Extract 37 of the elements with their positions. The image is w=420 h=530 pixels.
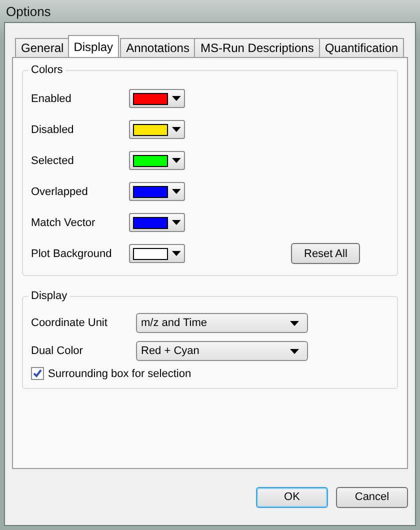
- dropdown-arrow-icon: [172, 189, 181, 194]
- tab[interactable]: MS-Run Descriptions: [194, 38, 320, 57]
- checkbox-label: Surrounding box for selection: [48, 368, 192, 380]
- color-picker[interactable]: [129, 151, 185, 170]
- field-label: Coordinate Unit: [31, 317, 108, 329]
- dropdown-arrow-icon: [172, 220, 181, 225]
- color-picker[interactable]: [129, 89, 185, 108]
- ok-button[interactable]: OK: [256, 486, 328, 508]
- tab[interactable]: Quantification: [318, 38, 404, 57]
- dropdown-arrow-icon: [172, 251, 181, 256]
- group-title: Display: [28, 290, 70, 302]
- dropdown-arrow-icon: [290, 320, 299, 326]
- color-picker[interactable]: [129, 244, 185, 263]
- color-picker[interactable]: [129, 120, 185, 139]
- dropdown-arrow-icon: [172, 127, 181, 132]
- tab[interactable]: Display: [68, 35, 120, 57]
- color-picker[interactable]: [129, 182, 185, 201]
- color-label: Overlapped: [31, 186, 89, 198]
- dropdown-arrow-icon: [172, 158, 181, 163]
- color-label: Plot Background: [31, 248, 113, 260]
- color-label: Match Vector: [31, 216, 96, 228]
- reset-all-button[interactable]: Reset All: [291, 243, 360, 264]
- color-label: Disabled: [31, 124, 75, 136]
- tab[interactable]: General: [15, 38, 70, 57]
- group-title: Colors: [28, 64, 66, 76]
- dropdown-arrow-icon: [290, 348, 299, 354]
- color-picker[interactable]: [129, 213, 185, 232]
- window-title: Options: [6, 4, 51, 18]
- field-label: Dual Color: [31, 345, 84, 357]
- checkbox[interactable]: [31, 367, 44, 380]
- color-label: Enabled: [31, 92, 72, 104]
- color-label: Selected: [31, 154, 75, 166]
- dropdown[interactable]: m/z and Time: [136, 313, 308, 333]
- cancel-button[interactable]: Cancel: [336, 486, 408, 508]
- tab[interactable]: Annotations: [120, 38, 196, 57]
- dropdown[interactable]: Red + Cyan: [136, 341, 308, 361]
- dropdown-arrow-icon: [172, 96, 181, 101]
